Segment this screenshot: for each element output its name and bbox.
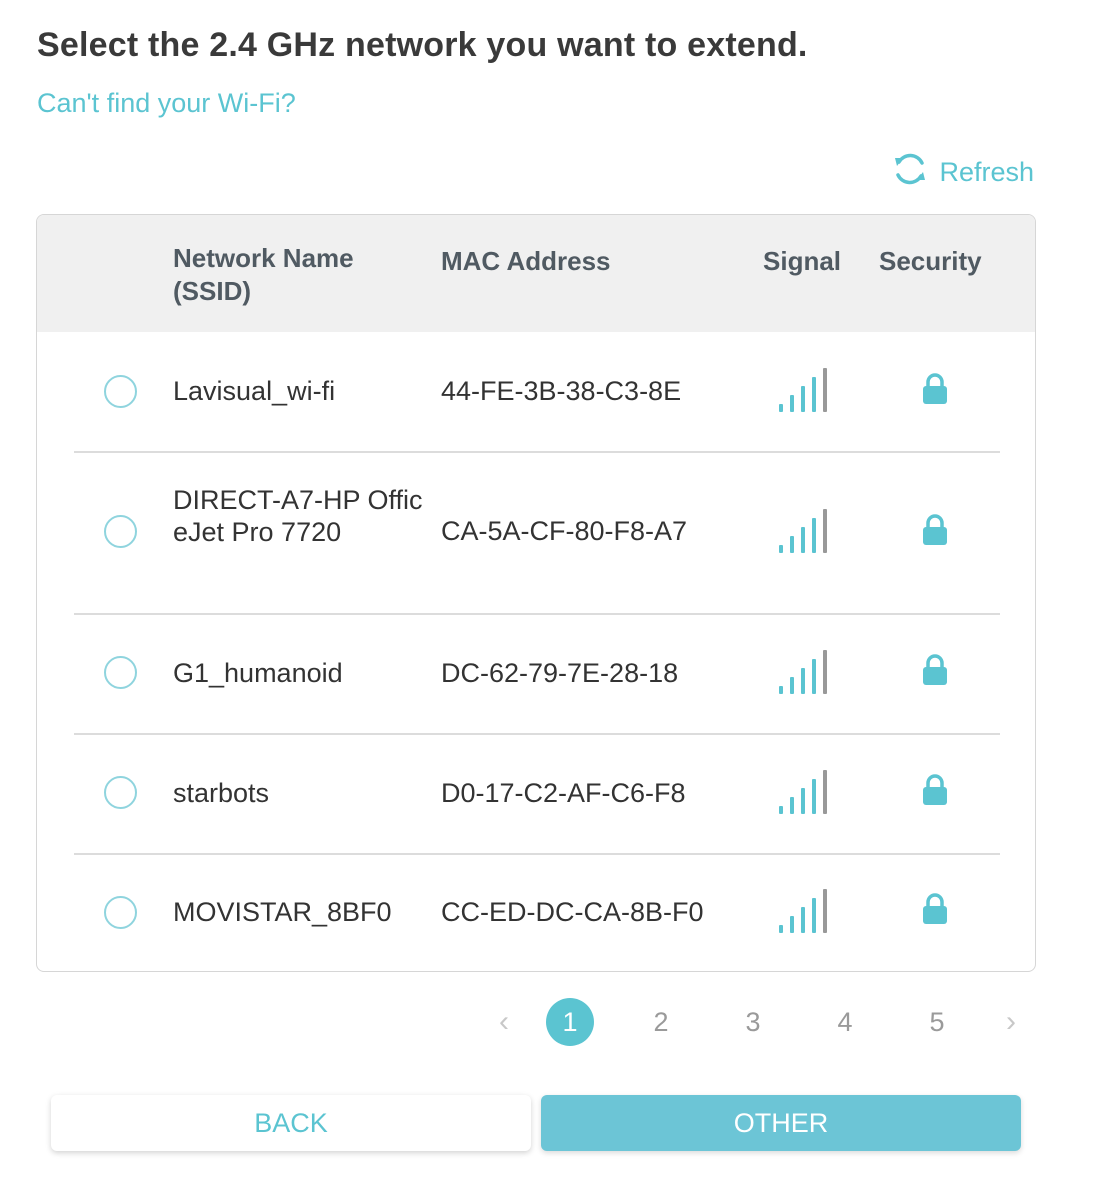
- refresh-icon: [891, 150, 929, 195]
- ssid-cell: MOVISTAR_8BF0: [173, 897, 392, 927]
- signal-bar: [823, 770, 827, 814]
- signal-bar: [790, 536, 794, 553]
- refresh-button[interactable]: Refresh: [891, 150, 1034, 195]
- signal-bar: [790, 395, 794, 412]
- signal-strength-icon: [779, 368, 827, 412]
- signal-bar: [790, 677, 794, 694]
- lock-icon: [923, 514, 947, 545]
- column-header-mac: MAC Address: [441, 246, 611, 276]
- column-header-signal: Signal: [763, 246, 842, 276]
- network-radio[interactable]: [104, 896, 137, 929]
- signal-bar: [801, 668, 805, 694]
- table-header: Network Name (SSID) MAC Address Signal S…: [37, 215, 1035, 332]
- page-1[interactable]: 1: [546, 998, 594, 1046]
- back-button[interactable]: BACK: [51, 1095, 531, 1151]
- signal-bar: [779, 404, 783, 412]
- network-radio[interactable]: [104, 776, 137, 809]
- signal-strength-icon: [779, 889, 827, 933]
- lock-icon: [923, 373, 947, 404]
- chevron-left-icon[interactable]: ‹: [480, 998, 528, 1046]
- signal-bar: [801, 386, 805, 412]
- column-header-ssid: Network Name (SSID): [173, 243, 354, 306]
- ssid-cell: starbots: [173, 778, 270, 808]
- pagination: ‹ 1 2 3 4 5 ›: [480, 998, 1040, 1048]
- table-row[interactable]: G1_humanoid DC-62-79-7E-28-18: [37, 614, 1035, 733]
- chevron-right-icon[interactable]: ›: [987, 998, 1035, 1046]
- mac-cell: CC-ED-DC-CA-8B-F0: [441, 897, 704, 927]
- lock-icon: [923, 774, 947, 805]
- page-3[interactable]: 3: [729, 998, 777, 1046]
- signal-bar: [812, 518, 816, 553]
- page-4[interactable]: 4: [821, 998, 869, 1046]
- page-5[interactable]: 5: [913, 998, 961, 1046]
- signal-bar: [812, 377, 816, 412]
- mac-cell: CA-5A-CF-80-F8-A7: [441, 516, 688, 546]
- network-table: Network Name (SSID) MAC Address Signal S…: [36, 214, 1036, 972]
- signal-bar: [790, 916, 794, 933]
- table-row[interactable]: DIRECT-A7-HP OfficeJet Pro 7720 CA-5A-CF…: [37, 452, 1035, 613]
- mac-cell: DC-62-79-7E-28-18: [441, 658, 679, 688]
- cant-find-wifi-link[interactable]: Can't find your Wi-Fi?: [37, 88, 296, 119]
- signal-bar: [779, 925, 783, 933]
- other-button[interactable]: OTHER: [541, 1095, 1021, 1151]
- mac-cell: D0-17-C2-AF-C6-F8: [441, 778, 686, 808]
- ssid-cell: DIRECT-A7-HP OfficeJet Pro 7720: [173, 485, 423, 547]
- signal-bar: [801, 788, 805, 814]
- network-radio[interactable]: [104, 515, 137, 548]
- signal-strength-icon: [779, 770, 827, 814]
- column-header-security: Security: [879, 246, 982, 276]
- mac-cell: 44-FE-3B-38-C3-8E: [441, 376, 682, 406]
- signal-bar: [823, 368, 827, 412]
- lock-icon: [923, 654, 947, 685]
- page-title: Select the 2.4 GHz network you want to e…: [37, 26, 808, 64]
- ssid-cell: Lavisual_wi-fi: [173, 376, 336, 406]
- signal-strength-icon: [779, 509, 827, 553]
- network-radio[interactable]: [104, 375, 137, 408]
- lock-icon: [923, 893, 947, 924]
- ssid-cell: G1_humanoid: [173, 658, 343, 688]
- signal-bar: [779, 545, 783, 553]
- page-2[interactable]: 2: [637, 998, 685, 1046]
- table-row[interactable]: MOVISTAR_8BF0 CC-ED-DC-CA-8B-F0: [37, 854, 1035, 971]
- signal-bar: [823, 650, 827, 694]
- refresh-label: Refresh: [939, 157, 1034, 187]
- signal-bar: [801, 907, 805, 933]
- table-row[interactable]: Lavisual_wi-fi 44-FE-3B-38-C3-8E: [37, 332, 1035, 451]
- signal-bar: [779, 806, 783, 814]
- signal-bar: [812, 659, 816, 694]
- signal-bar: [790, 797, 794, 814]
- signal-bar: [779, 686, 783, 694]
- signal-bar: [812, 779, 816, 814]
- table-row[interactable]: starbots D0-17-C2-AF-C6-F8: [37, 734, 1035, 853]
- signal-bar: [812, 898, 816, 933]
- signal-bar: [823, 509, 827, 553]
- signal-bar: [823, 889, 827, 933]
- signal-bar: [801, 527, 805, 553]
- signal-strength-icon: [779, 650, 827, 694]
- network-radio[interactable]: [104, 656, 137, 689]
